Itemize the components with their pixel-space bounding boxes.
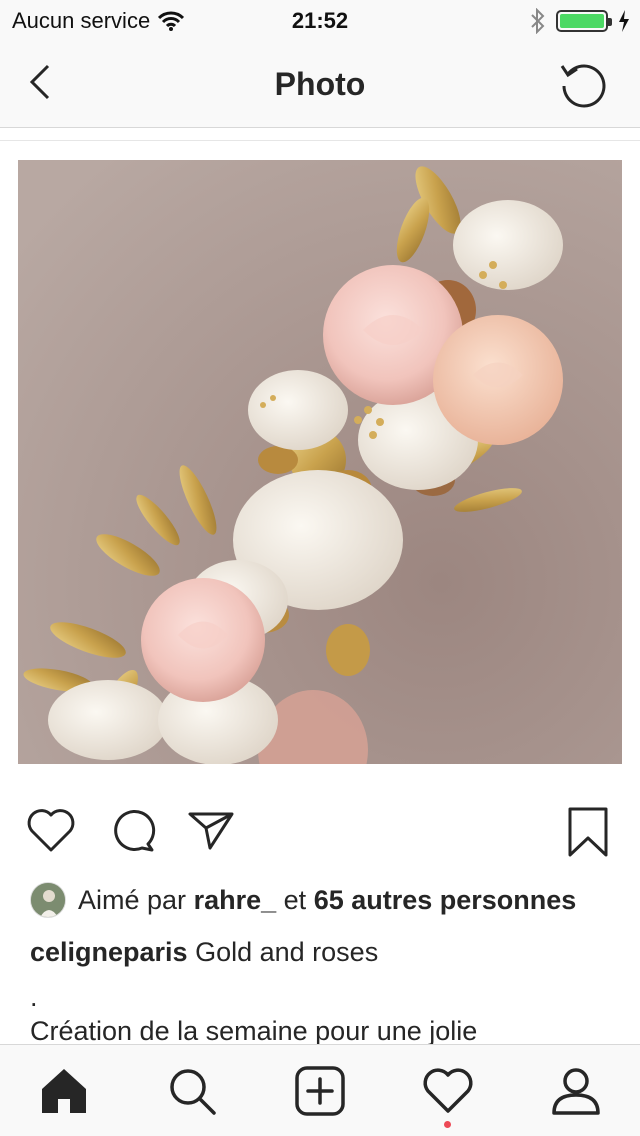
likes-prefix: Aimé par	[78, 884, 187, 915]
page-title: Photo	[274, 66, 366, 102]
send-icon[interactable]	[186, 806, 236, 854]
tab-bar	[0, 1044, 640, 1136]
bookmark-icon[interactable]	[566, 806, 610, 858]
plus-square-icon[interactable]	[294, 1065, 346, 1117]
notification-dot	[444, 1121, 451, 1128]
refresh-icon[interactable]	[558, 58, 610, 110]
likes-count[interactable]: 65 autres personnes	[314, 885, 577, 916]
search-icon[interactable]	[166, 1065, 218, 1117]
battery-indicator	[556, 10, 612, 32]
caption-text: Gold and roses	[195, 937, 379, 967]
caption: celigneparis Gold and roses	[30, 934, 620, 970]
flower-crown-image	[18, 160, 622, 764]
charging-bolt-icon	[619, 10, 629, 32]
status-bar: Aucun service 21:52	[0, 0, 640, 40]
liker-username[interactable]: rahre_	[194, 885, 277, 916]
activity-heart-icon[interactable]	[422, 1065, 474, 1117]
caption-line-2: .	[30, 982, 38, 1012]
avatar-image	[31, 883, 65, 917]
likes-connector: et	[283, 884, 307, 915]
status-right	[530, 8, 630, 34]
battery-tip	[608, 18, 612, 26]
liker-avatar	[30, 882, 66, 918]
post-actions	[0, 800, 640, 860]
nav-bar: Photo	[0, 40, 640, 128]
caption-line-3: Création de la semaine pour une jolie	[30, 1016, 478, 1046]
home-icon[interactable]	[38, 1065, 90, 1117]
likes-row[interactable]: Aimé par rahre_ et 65 autres personnes	[30, 878, 576, 922]
divider	[0, 140, 640, 141]
caption-username[interactable]: celigneparis	[30, 937, 188, 967]
profile-icon[interactable]	[550, 1065, 602, 1117]
battery-fill	[560, 14, 604, 28]
comment-icon[interactable]	[108, 806, 156, 854]
post-photo[interactable]	[18, 160, 622, 764]
heart-icon[interactable]	[26, 806, 76, 854]
bluetooth-icon	[531, 8, 545, 34]
